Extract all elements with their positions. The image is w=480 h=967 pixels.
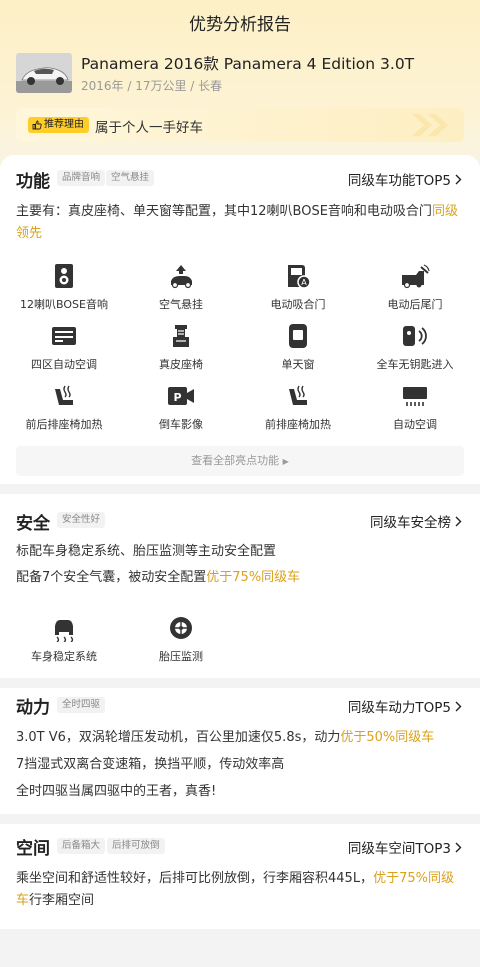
feature-item[interactable]: 电动后尾门	[355, 262, 475, 312]
feature-item[interactable]: 全车无钥匙进入	[355, 322, 475, 372]
feature-label: 前排座椅加热	[265, 418, 331, 431]
seat-heating-icon	[55, 385, 73, 405]
recommend-reason-text: 属于个人一手好车	[95, 120, 203, 136]
space-section: 空间 后备箱大 后排可放倒 同级车空间TOP3 乘坐空间和舒适性较好，后排可比例…	[0, 824, 480, 929]
feature-item[interactable]: 空气悬挂	[121, 262, 241, 312]
feature-item[interactable]: 四区自动空调	[4, 322, 124, 372]
chevron-decoration-icon	[412, 114, 448, 136]
feature-item[interactable]: 前排座椅加热	[238, 382, 358, 432]
recommend-reason-bar: 推荐理由 属于个人一手好车	[16, 108, 464, 142]
power-rank-link[interactable]: 同级车动力TOP5	[348, 696, 462, 716]
tailgate-icon	[402, 264, 430, 289]
space-chip: 后排可放倒	[107, 838, 165, 854]
safety-section: 安全 安全性好 同级车安全榜 标配车身稳定系统、胎压监测等主动安全配置 配备7个…	[0, 494, 480, 678]
feature-item[interactable]: 真皮座椅	[121, 322, 241, 372]
feature-label: 胎压监测	[159, 650, 203, 663]
see-all-features-button[interactable]: 查看全部亮点功能 ▶	[16, 446, 464, 476]
front-seat-heating-icon	[289, 385, 307, 405]
power-line: 3.0T V6，双涡轮增压发动机，百公里加速仅5.8s，动力优于50%同级车	[16, 730, 435, 745]
section-title: 功能	[16, 172, 50, 192]
safety-rank-link[interactable]: 同级车安全榜	[370, 511, 462, 531]
safety-line: 标配车身稳定系统、胎压监测等主动安全配置	[16, 544, 277, 559]
feature-label: 车身稳定系统	[31, 650, 97, 663]
car-title: Panamera 2016款 Panamera 4 Edition 3.0T	[81, 55, 415, 73]
power-rank-label: 同级车动力TOP5	[347, 700, 451, 716]
section-title: 动力	[16, 698, 50, 718]
feature-label: 电动吸合门	[270, 298, 326, 311]
triangle-right-icon: ▶	[282, 457, 289, 466]
leather-seat-icon	[173, 325, 189, 347]
recommend-tag-label: 推荐理由	[44, 119, 84, 130]
air-suspension-icon	[171, 265, 192, 289]
feature-label: 空气悬挂	[159, 298, 203, 311]
function-chip: 品牌音响	[57, 170, 106, 186]
feature-item[interactable]: 胎压监测	[121, 614, 241, 664]
feature-item[interactable]: P 倒车影像	[121, 382, 241, 432]
space-rank-label: 同级车空间TOP3	[347, 841, 451, 857]
speaker-icon	[55, 264, 73, 288]
chevron-right-icon	[455, 842, 462, 852]
feature-label: 单天窗	[281, 358, 315, 371]
tire-pressure-icon	[170, 617, 192, 639]
function-section: 功能 品牌音响 空气悬挂 同级车功能TOP5 主要有：真皮座椅、单天窗等配置，其…	[0, 155, 480, 484]
function-rank-link[interactable]: 同级车功能TOP5	[348, 169, 462, 189]
thumbs-up-icon	[32, 120, 42, 130]
svg-text:P: P	[173, 391, 181, 404]
feature-label: 电动后尾门	[387, 298, 443, 311]
space-description: 乘坐空间和舒适性较好，后排可比例放倒，行李厢容积445L，优于75%同级车行李厢…	[16, 871, 454, 908]
section-title: 空间	[16, 839, 50, 859]
feature-label: 前后排座椅加热	[25, 418, 103, 431]
power-line: 7挡湿式双离合变速箱，换挡平顺，传动效率高	[16, 757, 285, 772]
see-all-label: 查看全部亮点功能	[191, 454, 280, 467]
feature-label: 四区自动空调	[31, 358, 97, 371]
auto-ac-icon	[403, 387, 427, 406]
feature-item[interactable]: 单天窗	[238, 322, 358, 372]
space-chip: 后备箱大	[57, 838, 106, 854]
svg-text:A: A	[301, 278, 307, 287]
power-line: 全时四驱当属四驱中的王者，真香!	[16, 784, 217, 799]
chevron-right-icon	[455, 516, 462, 526]
parking-camera-icon: P	[168, 387, 194, 405]
chevron-right-icon	[455, 174, 462, 184]
recommend-tag: 推荐理由	[28, 117, 89, 133]
power-section: 动力 全时四驱 同级车动力TOP5 3.0T V6，双涡轮增压发动机，百公里加速…	[0, 688, 480, 814]
safety-line: 配备7个安全气囊，被动安全配置优于75%同级车	[16, 570, 301, 585]
sunroof-icon	[289, 324, 307, 348]
safety-chip: 安全性好	[57, 512, 106, 528]
page-title: 优势分析报告	[189, 15, 291, 35]
feature-item[interactable]: 前后排座椅加热	[4, 382, 124, 432]
function-rank-label: 同级车功能TOP5	[347, 173, 451, 189]
keyless-entry-icon	[403, 326, 427, 346]
feature-label: 全车无钥匙进入	[376, 358, 454, 371]
feature-item[interactable]: 车身稳定系统	[4, 614, 124, 664]
auto-door-icon: A	[288, 265, 311, 289]
feature-label: 倒车影像	[159, 418, 203, 431]
feature-item[interactable]: A 电动吸合门	[238, 262, 358, 312]
feature-label: 自动空调	[393, 418, 437, 431]
power-chip: 全时四驱	[57, 697, 106, 713]
feature-label: 12喇叭BOSE音响	[20, 298, 108, 311]
car-meta: 2016年 / 17万公里 / 长春	[81, 79, 223, 93]
feature-item[interactable]: 自动空调	[355, 382, 475, 432]
chevron-right-icon	[455, 701, 462, 711]
feature-item[interactable]: 12喇叭BOSE音响	[4, 262, 124, 312]
stability-control-icon	[55, 620, 74, 642]
section-title: 安全	[16, 514, 50, 534]
safety-rank-label: 同级车安全榜	[370, 515, 451, 531]
car-thumbnail[interactable]	[16, 53, 72, 93]
four-zone-ac-icon	[52, 327, 76, 345]
function-chip: 空气悬挂	[106, 170, 155, 186]
function-description: 主要有：真皮座椅、单天窗等配置，其中12喇叭BOSE音响和电动吸合门同级领先	[16, 204, 458, 241]
space-rank-link[interactable]: 同级车空间TOP3	[348, 837, 462, 857]
feature-label: 真皮座椅	[159, 358, 203, 371]
